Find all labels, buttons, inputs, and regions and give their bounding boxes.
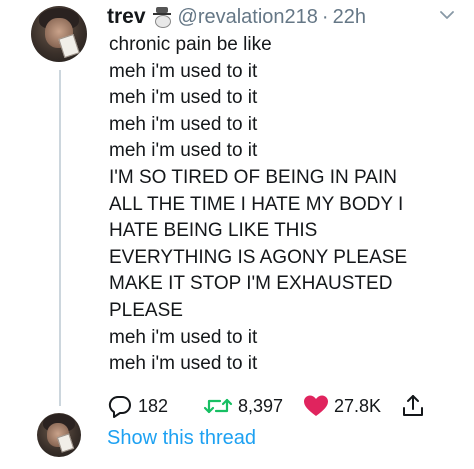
like-button[interactable]: 27.8K xyxy=(303,392,381,420)
header-separator: · xyxy=(321,5,329,28)
retweet-icon xyxy=(203,398,233,414)
tweet-text-line: meh i'm used to it xyxy=(109,87,258,109)
tweet-header: trev @revalation218 · 22h xyxy=(107,2,366,32)
tweet-actions: 182 8,397 27.8K xyxy=(107,392,447,420)
author-handle[interactable]: @revalation218 xyxy=(178,6,318,29)
chevron-down-icon[interactable] xyxy=(440,10,454,20)
reply-count: 182 xyxy=(138,395,169,416)
tweet-text: chronic pain be like meh i'm used to it … xyxy=(109,32,459,378)
heart-icon xyxy=(304,395,328,416)
tweet-text-line: meh i'm used to it xyxy=(109,326,258,348)
tweet: trev @revalation218 · 22h chronic pain b… xyxy=(0,0,474,469)
tweet-text-line: I'M SO TIRED OF BEING IN PAIN xyxy=(109,166,397,188)
like-count: 27.8K xyxy=(334,395,382,416)
thread-avatar[interactable] xyxy=(37,413,81,457)
avatar-card xyxy=(56,433,75,453)
tweet-text-line: meh i'm used to it xyxy=(109,60,258,82)
author-name[interactable]: trev xyxy=(107,5,146,29)
author-avatar[interactable] xyxy=(31,6,87,62)
thread-connector-line xyxy=(59,70,61,406)
reply-button[interactable]: 182 xyxy=(107,392,168,420)
tweet-text-line: EVERYTHING IS AGONY PLEASE xyxy=(109,246,408,268)
retweet-button[interactable]: 8,397 xyxy=(203,392,283,420)
retweet-count: 8,397 xyxy=(238,395,284,416)
share-button[interactable] xyxy=(401,392,425,420)
tweet-text-line: meh i'm used to it xyxy=(109,113,258,135)
show-thread-link[interactable]: Show this thread xyxy=(107,427,256,450)
cowboy-emoji-icon xyxy=(152,7,172,28)
tweet-timestamp[interactable]: 22h xyxy=(333,6,366,29)
tweet-text-line: chronic pain be like xyxy=(109,34,272,55)
avatar-card xyxy=(58,34,80,58)
tweet-text-line: meh i'm used to it xyxy=(109,353,258,375)
tweet-text-line: HATE BEING LIKE THIS xyxy=(109,220,318,242)
tweet-text-line: PLEASE xyxy=(109,299,183,321)
share-icon xyxy=(403,395,423,416)
tweet-text-line: MAKE IT STOP I'M EXHAUSTED xyxy=(109,273,393,295)
reply-icon xyxy=(108,395,131,418)
tweet-text-line: meh i'm used to it xyxy=(109,140,258,162)
tweet-text-line: ALL THE TIME I HATE MY BODY I xyxy=(109,193,404,215)
